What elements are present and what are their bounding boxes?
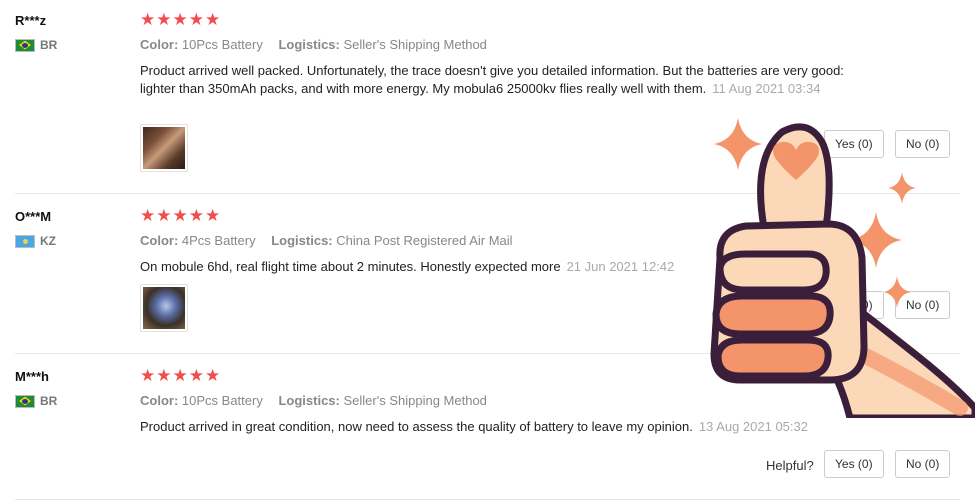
country-code: BR bbox=[40, 394, 58, 408]
country-code: BR bbox=[40, 38, 58, 52]
logistics-label: Logistics: bbox=[278, 37, 340, 52]
review-body: On mobule 6hd, real flight time about 2 … bbox=[140, 259, 561, 274]
logistics-value: China Post Registered Air Mail bbox=[336, 233, 513, 248]
sparkle-icon bbox=[883, 276, 911, 308]
helpful-yes-button[interactable]: Yes (0) bbox=[824, 450, 884, 478]
helpful-no-button[interactable]: No (0) bbox=[895, 450, 951, 478]
review-photo[interactable] bbox=[140, 124, 188, 172]
kazakhstan-flag-icon bbox=[15, 234, 35, 248]
review-date: 21 Jun 2021 12:42 bbox=[566, 259, 675, 274]
star-rating: ★★★★★ bbox=[140, 366, 222, 385]
star-rating: ★★★★★ bbox=[140, 206, 222, 225]
star-rating: ★★★★★ bbox=[140, 10, 222, 29]
review-text: Product arrived well packed. Unfortunate… bbox=[140, 62, 865, 98]
brazil-flag-icon bbox=[15, 38, 35, 52]
color-value: 10Pcs Battery bbox=[181, 37, 263, 52]
review-body: Product arrived in great condition, now … bbox=[140, 419, 693, 434]
reviewer-name: R***z bbox=[15, 13, 47, 28]
color-label: Color: bbox=[140, 37, 179, 52]
review-text: Product arrived in great condition, now … bbox=[140, 418, 865, 436]
review-date: 11 Aug 2021 03:34 bbox=[712, 81, 821, 96]
color-label: Color: bbox=[140, 233, 179, 248]
review-photo[interactable] bbox=[140, 284, 188, 332]
reviewer-country: KZ bbox=[15, 234, 56, 248]
color-label: Color: bbox=[140, 393, 179, 408]
reviewer-name: M***h bbox=[15, 369, 49, 384]
review-date: 13 Aug 2021 05:32 bbox=[698, 419, 808, 434]
review-meta: Color: 10Pcs Battery Logistics: Seller's… bbox=[140, 37, 487, 52]
color-value: 4Pcs Battery bbox=[181, 233, 256, 248]
reviewer-country: BR bbox=[15, 38, 57, 52]
reviewer-name: O***M bbox=[15, 209, 52, 224]
logistics-label: Logistics: bbox=[271, 233, 333, 248]
helpful-label: Helpful? bbox=[766, 458, 814, 473]
country-code: KZ bbox=[40, 234, 56, 248]
logistics-value: Seller's Shipping Method bbox=[343, 37, 487, 52]
review-meta: Color: 10Pcs Battery Logistics: Seller's… bbox=[140, 393, 487, 408]
thumbs-up-sticker-icon bbox=[710, 118, 975, 418]
review-meta: Color: 4Pcs Battery Logistics: China Pos… bbox=[140, 233, 513, 248]
reviewer-country: BR bbox=[15, 394, 57, 408]
sparkle-icon bbox=[714, 118, 762, 170]
logistics-label: Logistics: bbox=[278, 393, 340, 408]
brazil-flag-icon bbox=[15, 394, 35, 408]
logistics-value: Seller's Shipping Method bbox=[343, 393, 487, 408]
review-divider bbox=[15, 499, 960, 500]
color-value: 10Pcs Battery bbox=[181, 393, 263, 408]
sparkle-icon bbox=[888, 172, 916, 204]
